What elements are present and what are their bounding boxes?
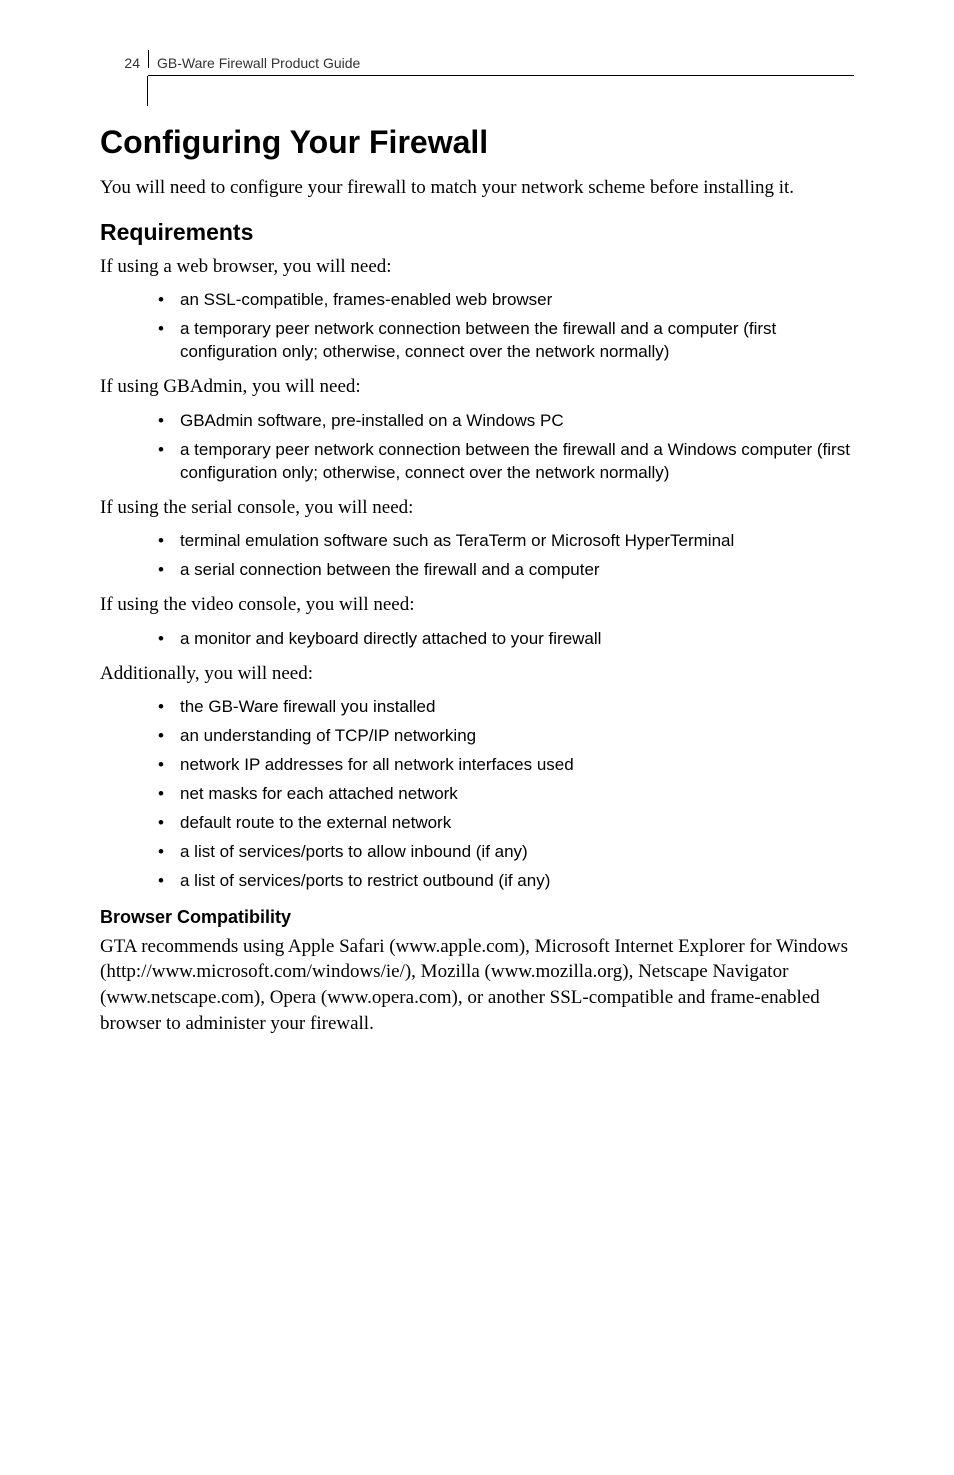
header-divider [148,50,149,68]
list-item: default route to the external network [100,812,854,835]
page-container: 24 GB-Ware Firewall Product Guide Config… [0,0,954,1106]
gbadmin-intro: If using GBAdmin, you will need: [100,374,854,400]
serial-list: terminal emulation software such as Tera… [100,530,854,582]
video-intro: If using the video console, you will nee… [100,592,854,618]
video-list: a monitor and keyboard directly attached… [100,628,854,651]
list-item: a temporary peer network connection betw… [100,318,854,364]
list-item: a serial connection between the firewall… [100,559,854,582]
list-item: an SSL-compatible, frames-enabled web br… [100,289,854,312]
page-title: Configuring Your Firewall [100,124,854,161]
browser-compat-heading: Browser Compatibility [100,907,854,928]
header-rule-vertical [147,76,854,106]
page-number: 24 [100,55,148,71]
list-item: terminal emulation software such as Tera… [100,530,854,553]
list-item: a list of services/ports to restrict out… [100,870,854,893]
browser-compat-body: GTA recommends using Apple Safari (www.a… [100,934,854,1037]
intro-paragraph: You will need to configure your firewall… [100,175,854,201]
list-item: a temporary peer network connection betw… [100,439,854,485]
list-item: network IP addresses for all network int… [100,754,854,777]
serial-intro: If using the serial console, you will ne… [100,495,854,521]
additional-list: the GB-Ware firewall you installed an un… [100,696,854,893]
additional-intro: Additionally, you will need: [100,661,854,687]
running-title: GB-Ware Firewall Product Guide [157,55,360,71]
list-item: net masks for each attached network [100,783,854,806]
list-item: the GB-Ware firewall you installed [100,696,854,719]
web-list: an SSL-compatible, frames-enabled web br… [100,289,854,364]
list-item: a monitor and keyboard directly attached… [100,628,854,651]
list-item: GBAdmin software, pre-installed on a Win… [100,410,854,433]
list-item: an understanding of TCP/IP networking [100,725,854,748]
running-header: 24 GB-Ware Firewall Product Guide [100,50,854,71]
requirements-heading: Requirements [100,219,854,246]
web-intro: If using a web browser, you will need: [100,254,854,280]
gbadmin-list: GBAdmin software, pre-installed on a Win… [100,410,854,485]
list-item: a list of services/ports to allow inboun… [100,841,854,864]
